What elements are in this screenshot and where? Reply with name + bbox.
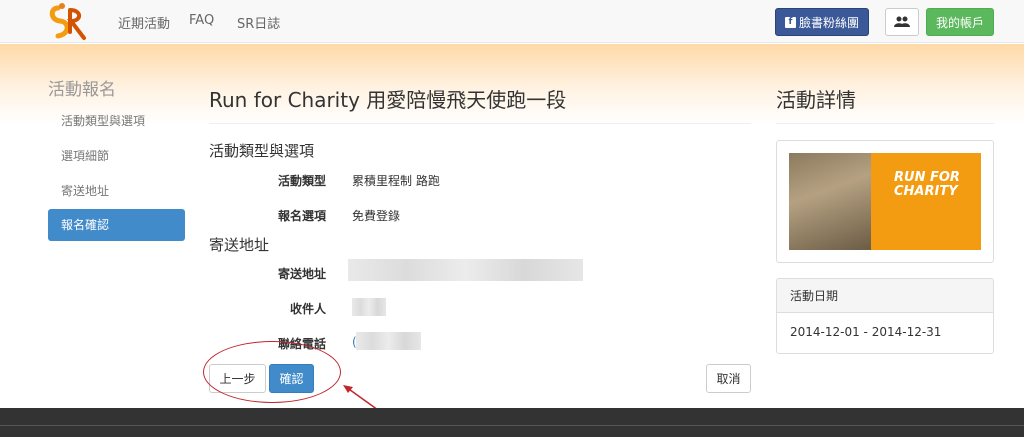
field-label-event-type: 活動類型	[277, 174, 326, 188]
field-label-registration-option: 報名選項	[277, 209, 326, 223]
sidebar-item-option-details[interactable]: 選項細節	[48, 140, 185, 172]
facebook-fanpage-label: 臉書粉絲團	[798, 15, 859, 30]
redacted-recipient	[352, 298, 386, 316]
my-account-button[interactable]: 我的帳戶	[926, 8, 994, 36]
section-heading-address: 寄送地址	[209, 236, 270, 254]
event-banner-image: RUN FOR CHARITY	[789, 153, 981, 250]
facebook-fanpage-button[interactable]: f 臉書粉絲團	[775, 8, 869, 36]
title-divider	[209, 123, 751, 124]
event-date-heading: 活動日期	[777, 279, 993, 313]
banner-text: RUN FOR CHARITY	[894, 170, 960, 199]
nav-link-events[interactable]: 近期活動	[118, 13, 170, 32]
sidebar-title: 活動報名	[48, 80, 116, 100]
right-title-divider	[776, 123, 994, 124]
redacted-address	[348, 259, 583, 281]
annotation-highlight-oval	[203, 341, 341, 403]
groups-button[interactable]	[885, 8, 919, 36]
event-details-title: 活動詳情	[776, 88, 856, 112]
event-banner-thumbnail[interactable]: RUN FOR CHARITY	[776, 140, 994, 263]
event-date-range: 2014-12-01 - 2014-12-31	[790, 325, 942, 339]
event-date-panel: 活動日期 2014-12-01 - 2014-12-31	[776, 278, 994, 354]
page-footer	[0, 408, 1024, 437]
field-label-address: 寄送地址	[277, 267, 326, 281]
sr-logo[interactable]	[48, 2, 94, 42]
nav-link-faq[interactable]: FAQ	[189, 13, 214, 28]
sidebar-item-shipping-address[interactable]: 寄送地址	[48, 175, 185, 207]
field-label-recipient: 收件人	[289, 302, 326, 316]
cancel-button[interactable]: 取消	[706, 364, 751, 393]
top-navbar: 近期活動 FAQ SR日誌 f 臉書粉絲團 我的帳戶	[0, 0, 1024, 43]
sidebar-item-confirm[interactable]: 報名確認	[48, 209, 185, 241]
sidebar-item-type-options[interactable]: 活動類型與選項	[48, 105, 185, 137]
page-title: Run for Charity 用愛陪慢飛天使跑一段	[209, 88, 567, 112]
banner-photo	[789, 153, 871, 250]
field-value-event-type: 累積里程制 路跑	[352, 174, 440, 188]
footer-divider	[0, 425, 1024, 426]
section-heading-type-options: 活動類型與選項	[209, 142, 315, 160]
users-icon	[894, 16, 910, 27]
field-value-registration-option: 免費登錄	[352, 209, 401, 223]
redacted-phone	[356, 332, 421, 350]
nav-link-sr-blog[interactable]: SR日誌	[237, 13, 280, 32]
facebook-icon: f	[784, 16, 796, 28]
